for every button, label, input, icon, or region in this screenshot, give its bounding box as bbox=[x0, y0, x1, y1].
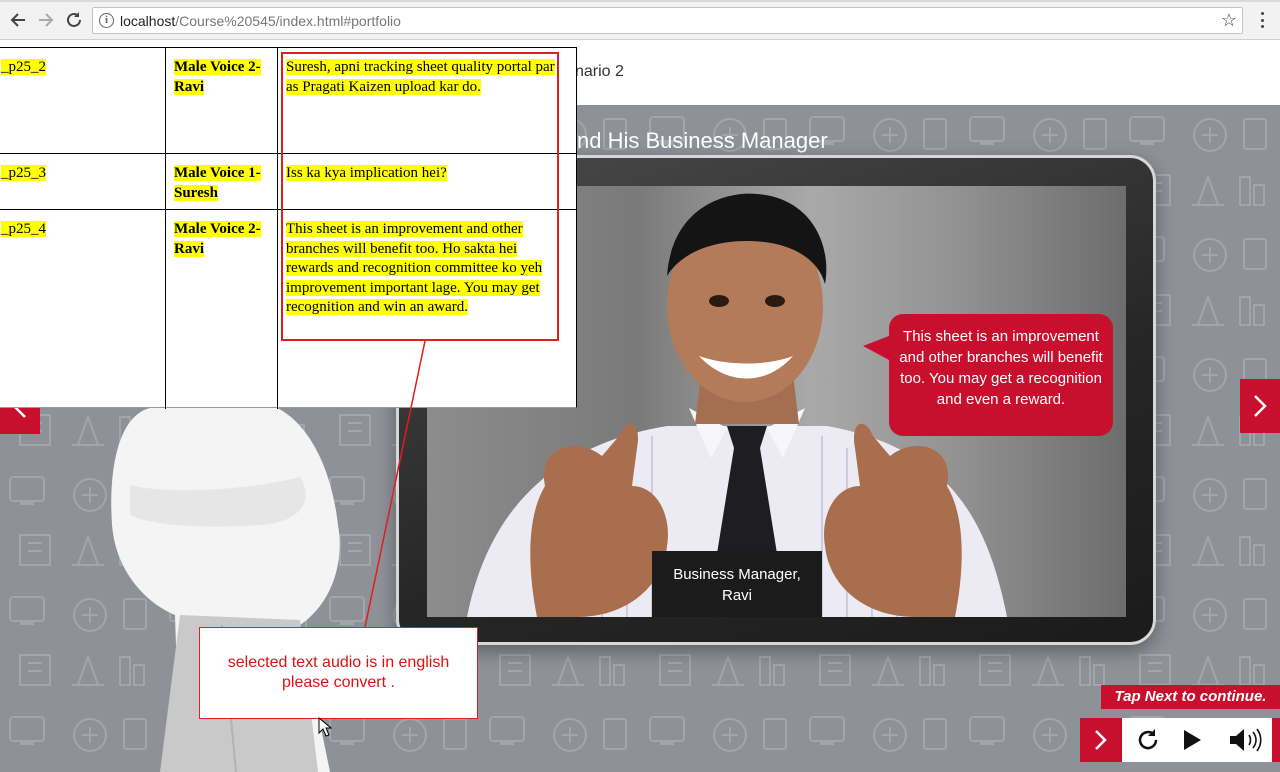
replay-icon bbox=[1138, 729, 1158, 750]
controls-edge bbox=[1272, 718, 1280, 762]
stage-title: nd His Business Manager bbox=[577, 128, 828, 153]
cell-voice: Male Voice 1-Suresh bbox=[174, 165, 261, 201]
url-path: /Course%20545/index.html#portfolio bbox=[175, 13, 401, 29]
url-text[interactable]: localhost/Course%20545/index.html#portfo… bbox=[120, 13, 401, 29]
play-button[interactable] bbox=[1172, 718, 1212, 762]
site-info-icon[interactable]: i bbox=[99, 13, 114, 28]
address-bar[interactable]: i localhost/Course%20545/index.html#port… bbox=[92, 7, 1243, 34]
browser-toolbar: i localhost/Course%20545/index.html#port… bbox=[0, 0, 1280, 40]
cell-voice: Male Voice 2-Ravi bbox=[174, 59, 261, 95]
audio-button[interactable] bbox=[1220, 718, 1270, 762]
player-controls bbox=[1080, 718, 1280, 762]
replay-button[interactable] bbox=[1128, 718, 1168, 762]
cell-id: _p25_3 bbox=[1, 165, 46, 181]
chevron-right-icon bbox=[1095, 730, 1107, 750]
scenario-label: nario 2 bbox=[575, 63, 624, 80]
bookmark-star-icon[interactable]: ☆ bbox=[1221, 11, 1237, 29]
speech-bubble: This sheet is an improvement and other b… bbox=[863, 314, 1113, 436]
tap-next-banner: Tap Next to continue. bbox=[1101, 685, 1280, 709]
back-button[interactable] bbox=[7, 9, 29, 31]
speaker-caption: Business Manager, Ravi bbox=[652, 551, 822, 617]
cell-voice: Male Voice 2-Ravi bbox=[174, 221, 261, 257]
next-slide-arrow[interactable] bbox=[1240, 379, 1280, 433]
forward-button[interactable] bbox=[35, 9, 57, 31]
chevron-right-icon bbox=[1254, 395, 1267, 417]
cell-id: _p25_2 bbox=[1, 59, 46, 75]
url-host: localhost bbox=[120, 13, 176, 29]
selection-highlight-box bbox=[281, 52, 559, 341]
review-comment-callout: selected text audio is in english please… bbox=[199, 627, 478, 719]
speaker-icon bbox=[1230, 728, 1262, 752]
browser-menu-icon[interactable] bbox=[1256, 10, 1268, 30]
mouse-cursor-icon bbox=[318, 717, 332, 737]
next-button[interactable] bbox=[1080, 718, 1122, 762]
cell-id: _p25_4 bbox=[1, 221, 46, 237]
play-icon bbox=[1184, 730, 1201, 750]
arrow-right-icon bbox=[39, 13, 54, 27]
tab-strip-edge bbox=[0, 0, 1280, 2]
reload-button[interactable] bbox=[63, 9, 85, 31]
arrow-left-icon bbox=[10, 13, 25, 27]
reload-icon bbox=[67, 12, 81, 27]
